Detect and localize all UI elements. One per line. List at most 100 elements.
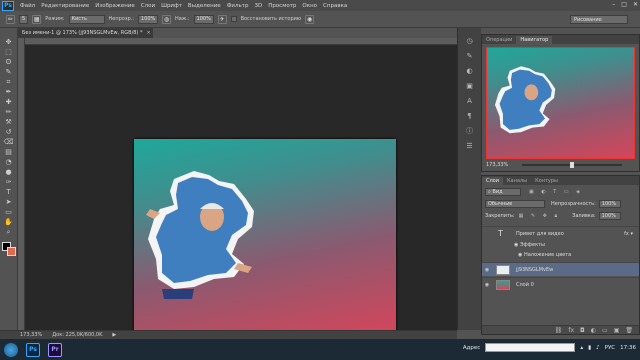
lasso-icon[interactable]: ʘ	[3, 58, 15, 67]
menu-layers[interactable]: Слои	[141, 3, 155, 9]
document-canvas[interactable]	[134, 139, 396, 336]
network-icon[interactable]: ▮	[588, 345, 591, 351]
maximize-button[interactable]: □	[621, 1, 627, 8]
layer-effect-item[interactable]: ◉ Наложение цвета	[482, 250, 639, 260]
delete-layer-icon[interactable]: 🗑︎	[625, 327, 633, 334]
tab-layers[interactable]: Слои	[482, 177, 503, 185]
quick-select-icon[interactable]: ✎	[3, 68, 15, 77]
document-tab[interactable]: Без имени-1 @ 173% (jj93NSGLMvEw, RGB/8)…	[18, 28, 153, 38]
history-panel-icon[interactable]: ◷	[464, 36, 476, 46]
layer-row-image-selected[interactable]: ◉ jj93NSGLMvEw	[482, 262, 639, 276]
brush-presets-icon[interactable]: ✎	[464, 51, 476, 61]
tab-paths[interactable]: Контуры	[531, 177, 562, 185]
address-field[interactable]	[485, 343, 576, 352]
navigator-zoom-slider[interactable]	[522, 162, 622, 168]
blend-mode-select[interactable]: Обычные	[485, 200, 545, 208]
layer-row-background[interactable]: ◉ Слой 0	[482, 277, 639, 291]
blur-icon[interactable]: ◔	[3, 158, 15, 167]
move-icon[interactable]: ✥	[3, 38, 15, 47]
tab-navigator[interactable]: Навигатор	[516, 36, 553, 44]
brush-tool-preset-icon[interactable]: ✏	[6, 14, 15, 24]
eyedropper-icon[interactable]: ✒	[3, 88, 15, 97]
pressure-field[interactable]: 100%	[193, 14, 214, 24]
eraser-icon[interactable]: ⌫	[3, 138, 15, 147]
healing-icon[interactable]: ✚	[3, 98, 15, 107]
background-color-swatch[interactable]	[6, 247, 16, 256]
type-icon[interactable]: T	[3, 188, 15, 197]
history-brush-icon[interactable]: ↺	[3, 128, 15, 137]
mode-select[interactable]: Кисть	[68, 14, 105, 24]
pen-icon[interactable]: ✑	[3, 178, 15, 187]
volume-icon[interactable]: ♪	[596, 345, 600, 351]
menu-window[interactable]: Окно	[302, 3, 317, 9]
menu-filter[interactable]: Фильтр	[227, 3, 249, 9]
menu-image[interactable]: Изображение	[95, 3, 135, 9]
layer-effects-row[interactable]: ◉ Эффекты	[482, 240, 639, 250]
layer-filter-select[interactable]: ⌕ Вид	[485, 188, 521, 196]
menu-3d[interactable]: 3D	[254, 3, 262, 9]
brush-size-picker[interactable]: 5	[19, 14, 29, 24]
filter-icons[interactable]: ▣ ◐ T ▭ ◈	[529, 189, 583, 195]
tray-arrow-icon[interactable]: ▴	[580, 345, 583, 351]
new-group-icon[interactable]: ▭	[602, 327, 608, 334]
navigator-zoom[interactable]: 173,33%	[486, 162, 508, 168]
photoshop-taskbar-icon[interactable]: Ps	[26, 342, 40, 357]
eye-icon[interactable]: ◉	[482, 267, 492, 273]
clock[interactable]: 17:36	[620, 345, 636, 351]
layer-opacity-field[interactable]: 100%	[598, 200, 621, 208]
crop-icon[interactable]: ⌗	[3, 78, 15, 87]
layer-row-text[interactable]: T Привет для видео fx ▾	[482, 226, 639, 240]
menu-type[interactable]: Шрифт	[161, 3, 182, 9]
airbrush-icon[interactable]: ✈	[217, 14, 227, 24]
restore-history-checkbox[interactable]	[230, 16, 237, 22]
brush-icon[interactable]: ✏	[3, 108, 15, 117]
gradient-icon[interactable]: ▤	[3, 148, 15, 157]
start-button[interactable]	[4, 342, 18, 357]
character-icon[interactable]: A	[464, 96, 476, 106]
menu-file[interactable]: Файл	[20, 3, 35, 9]
zoom-slider-handle[interactable]	[570, 162, 574, 168]
new-layer-icon[interactable]: ▣	[614, 327, 620, 334]
menu-view[interactable]: Просмотр	[268, 3, 296, 9]
premiere-taskbar-icon[interactable]: Pr	[48, 342, 62, 357]
tab-channels[interactable]: Каналы	[503, 177, 531, 185]
adjustment-layer-icon[interactable]: ◐	[591, 327, 596, 334]
eye-icon[interactable]: ◉	[482, 282, 492, 288]
path-select-icon[interactable]: ➤	[3, 198, 15, 207]
opacity-field[interactable]: 100%	[137, 14, 158, 24]
adjustments-icon[interactable]: ◐	[464, 66, 476, 76]
language-indicator[interactable]: РУС	[605, 345, 616, 351]
stamp-icon[interactable]: ⚒	[3, 118, 15, 127]
close-button[interactable]: ✕	[633, 1, 638, 8]
lock-icons[interactable]: ▦ ✎ ✥ 🔒︎	[519, 213, 561, 219]
menu-select[interactable]: Выделение	[188, 3, 221, 9]
horizontal-ruler[interactable]	[25, 38, 457, 45]
add-style-icon[interactable]: fx	[568, 327, 574, 334]
link-layers-icon[interactable]: ⛓	[555, 327, 563, 334]
properties-icon[interactable]: ☰	[464, 141, 476, 151]
layer-fill-field[interactable]: 100%	[598, 212, 621, 220]
shape-icon[interactable]: ▭	[3, 208, 15, 217]
zoom-readout[interactable]: 173,33%	[20, 332, 42, 338]
workspace-select[interactable]: Рисование	[570, 15, 628, 24]
menu-help[interactable]: Справка	[323, 3, 347, 9]
paragraph-icon[interactable]: ¶	[464, 111, 476, 121]
pressure-size-icon[interactable]: ◉	[305, 14, 315, 24]
add-mask-icon[interactable]: ◘	[580, 327, 585, 334]
minimize-button[interactable]: –	[612, 1, 615, 8]
styles-icon[interactable]: ▣	[464, 81, 476, 91]
marquee-icon[interactable]: ⬚	[3, 48, 15, 57]
vertical-ruler[interactable]	[18, 38, 25, 330]
canvas-workspace[interactable]	[25, 45, 457, 336]
dodge-icon[interactable]: ●	[3, 168, 15, 177]
hand-icon[interactable]: ✋	[3, 218, 15, 227]
info-icon[interactable]: ⓘ	[464, 126, 476, 136]
menu-edit[interactable]: Редактирование	[41, 3, 89, 9]
status-arrow-icon[interactable]: ▶	[112, 332, 116, 338]
pressure-opacity-icon[interactable]: ◍	[161, 14, 171, 24]
navigator-preview[interactable]	[486, 47, 635, 159]
zoom-icon[interactable]: ⌕	[3, 228, 15, 237]
tab-history[interactable]: Операции	[482, 36, 516, 44]
brush-panel-icon[interactable]: ▦	[32, 14, 42, 24]
close-document-icon[interactable]: ×	[146, 30, 150, 36]
